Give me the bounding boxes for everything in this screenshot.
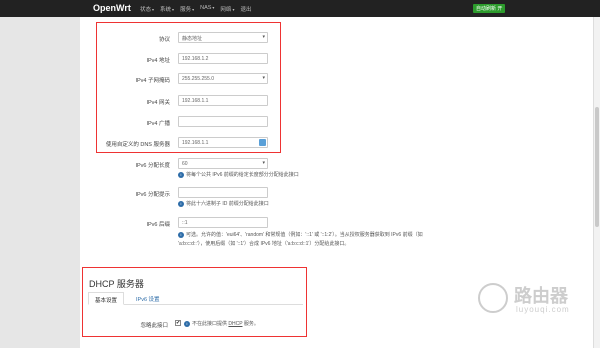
info-icon: i xyxy=(178,172,184,178)
chevron-down-icon: ▾ xyxy=(172,7,175,12)
ipv6-hint-row: IPv6 分配提示 xyxy=(96,187,276,199)
watermark: 路由器 luyouqi.com xyxy=(478,281,593,331)
ignore-interface-checkbox[interactable]: ✔ xyxy=(175,320,181,326)
router-logo-icon xyxy=(478,283,508,313)
ipv6-suffix-label: IPv6 后缀 xyxy=(146,222,170,228)
chevron-down-icon: ▾ xyxy=(212,5,215,10)
info-icon: i xyxy=(178,201,184,207)
info-icon: i xyxy=(184,321,190,327)
main-menu: 状态▾ 系统▾ 服务▾ NAS▾ 网络▾ 退出 xyxy=(140,5,257,13)
menu-system[interactable]: 系统▾ xyxy=(160,5,174,13)
tab-basic-settings[interactable]: 基本设置 xyxy=(88,292,125,305)
auto-refresh-badge[interactable]: 自动刷新 开 xyxy=(473,4,506,13)
menu-logout[interactable]: 退出 xyxy=(240,5,251,13)
dhcp-section-title: DHCP 服务器 xyxy=(89,279,144,289)
watermark-url: luyouqi.com xyxy=(516,305,570,314)
ignore-interface-label: 忽略此接口 xyxy=(140,323,168,329)
info-icon: i xyxy=(178,232,184,238)
ipv6-suffix-help-2: 'a:b:c:d::'），使用后缀（如 '::1'）合成 IPv6 地址（'a:… xyxy=(178,241,350,247)
scrollbar-thumb[interactable] xyxy=(595,107,599,227)
chevron-down-icon: ▾ xyxy=(152,7,155,12)
dhcp-tabs: 基本设置 IPv6 设置 xyxy=(88,292,303,305)
chevron-down-icon: ▾ xyxy=(232,7,235,12)
menu-status[interactable]: 状态▾ xyxy=(140,5,154,13)
ipv6-hint-label: IPv6 分配提示 xyxy=(135,192,170,198)
ipv6-len-label: IPv6 分配长度 xyxy=(135,163,170,169)
highlight-box-ipv4 xyxy=(96,22,281,153)
scrollbar[interactable] xyxy=(593,17,600,348)
top-navbar: OpenWrt 状态▾ 系统▾ 服务▾ NAS▾ 网络▾ 退出 自动刷新 开 xyxy=(0,0,600,17)
menu-network[interactable]: 网络▾ xyxy=(220,5,234,13)
brand-logo[interactable]: OpenWrt xyxy=(93,3,131,13)
ipv6-suffix-input[interactable]: ::1 xyxy=(178,217,268,228)
ipv6-len-select[interactable]: 60 xyxy=(178,158,268,169)
tab-ipv6-settings[interactable]: IPv6 设置 xyxy=(130,292,166,305)
ipv6-suffix-help-1: i 可选。允许的值：'eui64'、'random' 和常规值（例如：'::1' … xyxy=(178,231,423,238)
ignore-interface-hint: i 不在此接口提供 DHCP 服务。 xyxy=(184,320,259,327)
chevron-down-icon: ▾ xyxy=(192,7,195,12)
menu-nas[interactable]: NAS▾ xyxy=(200,5,214,13)
ipv6-len-hint: i 将每个公共 IPv6 前缀的给定长度部分分配给此接口 xyxy=(178,171,299,178)
ipv6-len-row: IPv6 分配长度 60 xyxy=(96,158,276,170)
ipv6-hint-help: i 将此十六进制子 ID 前缀分配给此接口 xyxy=(178,200,269,207)
menu-services[interactable]: 服务▾ xyxy=(180,5,194,13)
ipv6-suffix-row: IPv6 后缀 ::1 xyxy=(96,217,276,229)
ipv6-hint-input[interactable] xyxy=(178,187,268,198)
